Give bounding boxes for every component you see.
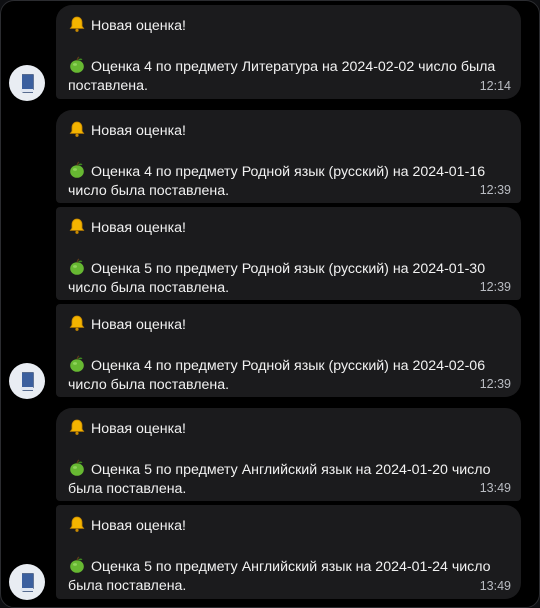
message-title-text: Новая оценка!: [91, 18, 186, 34]
book-icon: [20, 573, 34, 592]
message-title: Новая оценка!: [68, 217, 507, 239]
message-bubble[interactable]: Новая оценка! Оценка 5 по предмету Родно…: [56, 207, 521, 300]
message-body-text: Оценка 5 по предмету Английский язык на …: [68, 558, 491, 595]
message-bubble[interactable]: Новая оценка! Оценка 4 по предмету Родно…: [56, 110, 521, 203]
message-title: Новая оценка!: [68, 418, 507, 440]
green-apple-icon: [70, 161, 84, 178]
bell-icon: [69, 218, 85, 234]
message-body: Оценка 5 по предмету Родной язык (русски…: [68, 258, 507, 299]
bell-icon: [69, 16, 85, 32]
green-apple-icon: [70, 556, 84, 573]
message-body-text: Оценка 4 по предмету Родной язык (русски…: [68, 163, 486, 200]
message-body-text: Оценка 5 по предмету Родной язык (русски…: [68, 260, 486, 297]
book-icon: [20, 372, 34, 391]
message-time: 12:39: [479, 376, 511, 391]
message-body-text: Оценка 4 по предмету Родной язык (русски…: [68, 357, 486, 394]
message-title: Новая оценка!: [68, 120, 507, 142]
bell-icon: [69, 315, 85, 331]
avatar[interactable]: [9, 65, 45, 101]
bell-icon: [69, 419, 85, 435]
message-title-text: Новая оценка!: [91, 421, 186, 437]
message-bubble[interactable]: Новая оценка! Оценка 4 по предмету Литер…: [56, 5, 521, 99]
message-bubble[interactable]: Новая оценка! Оценка 5 по предмету Англи…: [56, 505, 521, 599]
message-title: Новая оценка!: [68, 515, 507, 537]
green-apple-icon: [70, 56, 84, 73]
green-apple-icon: [70, 459, 84, 476]
message-body: Оценка 5 по предмету Английский язык на …: [68, 459, 507, 500]
avatar[interactable]: [9, 363, 45, 399]
message-time: 13:49: [479, 578, 511, 593]
message-bubble[interactable]: Новая оценка! Оценка 4 по предмету Родно…: [56, 304, 521, 397]
message-time: 12:14: [479, 78, 511, 93]
message-body-text: Оценка 5 по предмету Английский язык на …: [68, 461, 491, 498]
message-title-text: Новая оценка!: [91, 317, 186, 333]
message-bubble[interactable]: Новая оценка! Оценка 5 по предмету Англи…: [56, 408, 521, 501]
message-time: 12:39: [479, 182, 511, 197]
message-body: Оценка 4 по предмету Литература на 2024-…: [68, 56, 507, 97]
message-body-text: Оценка 4 по предмету Литература на 2024-…: [68, 58, 496, 95]
message-time: 13:49: [479, 480, 511, 495]
message-body: Оценка 4 по предмету Родной язык (русски…: [68, 161, 507, 202]
message-body: Оценка 5 по предмету Английский язык на …: [68, 556, 507, 597]
message-time: 12:39: [479, 279, 511, 294]
bell-icon: [69, 121, 85, 137]
message-title: Новая оценка!: [68, 15, 507, 37]
green-apple-icon: [70, 355, 84, 372]
message-title: Новая оценка!: [68, 314, 507, 336]
green-apple-icon: [70, 258, 84, 275]
message-title-text: Новая оценка!: [91, 123, 186, 139]
avatar[interactable]: [9, 564, 45, 600]
chat-window: Новая оценка! Оценка 4 по предмету Литер…: [0, 0, 540, 608]
book-icon: [20, 74, 34, 93]
bell-icon: [69, 516, 85, 532]
message-title-text: Новая оценка!: [91, 220, 186, 236]
message-title-text: Новая оценка!: [91, 518, 186, 534]
message-body: Оценка 4 по предмету Родной язык (русски…: [68, 355, 507, 396]
